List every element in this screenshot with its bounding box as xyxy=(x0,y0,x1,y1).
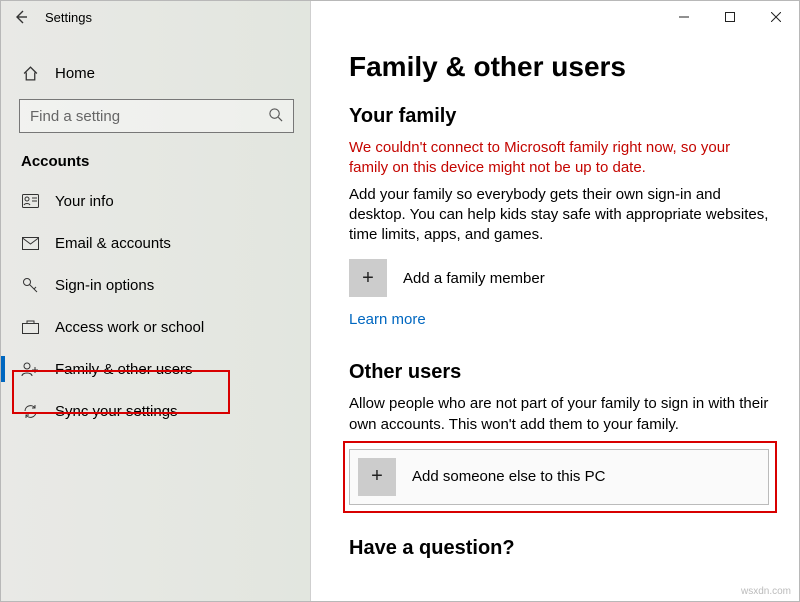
nav-label: Sync your settings xyxy=(55,403,178,420)
learn-more-link[interactable]: Learn more xyxy=(349,311,426,328)
add-other-label: Add someone else to this PC xyxy=(412,468,605,485)
plus-icon: + xyxy=(349,259,387,297)
nav-label: Sign-in options xyxy=(55,277,154,294)
add-family-member-button[interactable]: + Add a family member xyxy=(349,259,775,297)
content-pane: Family & other users Your family We coul… xyxy=(311,1,799,601)
other-users-description: Allow people who are not part of your fa… xyxy=(349,394,769,435)
nav-email-accounts[interactable]: Email & accounts xyxy=(1,222,310,264)
page-title: Family & other users xyxy=(349,51,775,83)
home-label: Home xyxy=(55,65,95,82)
back-arrow-icon xyxy=(13,9,29,25)
window-controls xyxy=(661,1,799,33)
family-error-text: We couldn't connect to Microsoft family … xyxy=(349,138,769,179)
close-icon xyxy=(771,12,781,22)
titlebar: Settings xyxy=(1,1,799,33)
home-icon xyxy=(21,64,39,82)
add-family-label: Add a family member xyxy=(403,270,545,287)
mail-icon xyxy=(21,234,39,252)
search-placeholder: Find a setting xyxy=(30,108,268,125)
nav-family-other-users[interactable]: Family & other users xyxy=(1,348,310,390)
nav-signin-options[interactable]: Sign-in options xyxy=(1,264,310,306)
nav-sync-settings[interactable]: Sync your settings xyxy=(1,390,310,432)
nav-label: Family & other users xyxy=(55,361,193,378)
have-question-heading: Have a question? xyxy=(349,537,775,560)
family-description: Add your family so everybody gets their … xyxy=(349,185,769,246)
search-icon xyxy=(268,107,283,126)
minimize-icon xyxy=(679,12,689,22)
back-button[interactable] xyxy=(1,1,41,33)
section-heading: Accounts xyxy=(1,147,310,180)
plus-icon: + xyxy=(358,458,396,496)
watermark: wsxdn.com xyxy=(741,586,791,597)
people-plus-icon xyxy=(21,360,39,378)
minimize-button[interactable] xyxy=(661,1,707,33)
nav-your-info[interactable]: Your info xyxy=(1,180,310,222)
key-icon xyxy=(21,276,39,294)
nav-label: Your info xyxy=(55,193,114,210)
sync-icon xyxy=(21,402,39,420)
maximize-icon xyxy=(725,12,735,22)
sidebar: Home Find a setting Accounts Your info E… xyxy=(1,1,311,601)
add-other-user-button[interactable]: + Add someone else to this PC xyxy=(349,449,769,505)
window-title: Settings xyxy=(41,10,92,25)
family-heading: Your family xyxy=(349,105,775,128)
nav-label: Access work or school xyxy=(55,319,204,336)
briefcase-icon xyxy=(21,318,39,336)
user-card-icon xyxy=(21,192,39,210)
search-input[interactable]: Find a setting xyxy=(19,99,294,133)
maximize-button[interactable] xyxy=(707,1,753,33)
nav-access-work-school[interactable]: Access work or school xyxy=(1,306,310,348)
home-nav[interactable]: Home xyxy=(1,53,310,93)
close-button[interactable] xyxy=(753,1,799,33)
other-users-heading: Other users xyxy=(349,361,775,384)
selection-indicator xyxy=(1,356,5,382)
nav-label: Email & accounts xyxy=(55,235,171,252)
